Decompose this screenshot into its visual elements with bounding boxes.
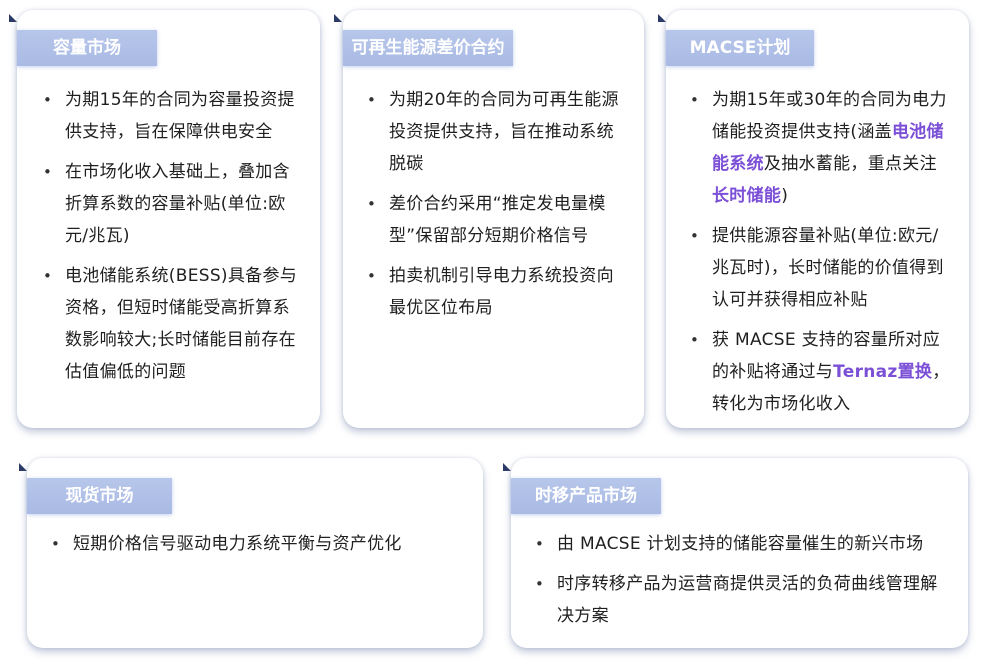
bullet-icon: •: [690, 331, 700, 349]
bullet-list: • 为期15年或30年的合同为电力储能投资提供支持(涵盖电池储能系统及抽水蓄能，重…: [686, 84, 950, 428]
card-renewable-cfd: 可再生能源差价合约 • 为期20年的合同为可再生能源投资提供支持，旨在推动系统脱碳…: [343, 10, 644, 428]
bullet-icon: •: [51, 535, 61, 553]
bullet-icon: •: [367, 267, 377, 285]
bullet-list: • 为期20年的合同为可再生能源投资提供支持，旨在推动系统脱碳 • 差价合约采用“推…: [363, 84, 625, 332]
card-title: 现货市场: [27, 478, 172, 514]
bullet-icon: •: [690, 91, 700, 109]
corner-marker: [503, 463, 511, 471]
card-spot-market: 现货市场 • 短期价格信号驱动电力系统平衡与资产优化: [27, 458, 483, 648]
bullet-icon: •: [43, 163, 53, 181]
bullet-list: • 由 MACSE 计划支持的储能容量催生的新兴市场 • 时序转移产品为运营商提供灵…: [531, 528, 951, 640]
bullet-icon: •: [690, 227, 700, 245]
list-item: • 在市场化收入基础上，叠加含折算系数的容量补贴(单位:欧元/兆瓦): [39, 156, 303, 252]
list-item: • 短期价格信号驱动电力系统平衡与资产优化: [47, 528, 467, 560]
corner-marker: [334, 14, 342, 22]
list-item: • 电池储能系统(BESS)具备参与资格，但短时储能受高折算系数影响较大;长时储能…: [39, 260, 303, 388]
bullet-icon: •: [43, 91, 53, 109]
list-item: • 为期15年的合同为容量投资提供支持，旨在保障供电安全: [39, 84, 303, 148]
bullet-list: • 为期15年的合同为容量投资提供支持，旨在保障供电安全 • 在市场化收入基础上，叠…: [39, 84, 303, 396]
bullet-icon: •: [43, 267, 53, 285]
list-item: • 时序转移产品为运营商提供灵活的负荷曲线管理解决方案: [531, 568, 951, 632]
corner-marker: [9, 14, 17, 22]
list-item: • 为期15年或30年的合同为电力储能投资提供支持(涵盖电池储能系统及抽水蓄能，重…: [686, 84, 950, 212]
card-title: MACSE计划: [666, 30, 814, 66]
card-title: 时移产品市场: [511, 478, 661, 514]
list-item: • 获 MACSE 支持的容量所对应的补贴将通过与Ternaz置换，转化为市场化收…: [686, 324, 950, 420]
list-item: • 提供能源容量补贴(单位:欧元/兆瓦时)，长时储能的价值得到认可并获得相应补贴: [686, 220, 950, 316]
list-item: • 拍卖机制引导电力系统投资向最优区位布局: [363, 260, 625, 324]
list-item: • 为期20年的合同为可再生能源投资提供支持，旨在推动系统脱碳: [363, 84, 625, 180]
list-item: • 由 MACSE 计划支持的储能容量催生的新兴市场: [531, 528, 951, 560]
bullet-icon: •: [367, 195, 377, 213]
card-title: 可再生能源差价合约: [343, 30, 513, 66]
corner-marker: [658, 14, 666, 22]
highlight-text: 长时储能: [712, 186, 782, 206]
corner-marker: [19, 463, 27, 471]
bullet-icon: •: [535, 535, 545, 553]
highlight-text: Ternaz置换: [833, 362, 933, 382]
card-macse-plan: MACSE计划 • 为期15年或30年的合同为电力储能投资提供支持(涵盖电池储能系…: [666, 10, 969, 428]
bullet-list: • 短期价格信号驱动电力系统平衡与资产优化: [47, 528, 467, 568]
list-item: • 差价合约采用“推定发电量模型”保留部分短期价格信号: [363, 188, 625, 252]
bullet-icon: •: [535, 575, 545, 593]
bullet-icon: •: [367, 91, 377, 109]
card-title: 容量市场: [17, 30, 157, 66]
card-capacity-market: 容量市场 • 为期15年的合同为容量投资提供支持，旨在保障供电安全 • 在市场化收入…: [17, 10, 320, 428]
card-time-shift-market: 时移产品市场 • 由 MACSE 计划支持的储能容量催生的新兴市场 • 时序转移产品…: [511, 458, 968, 648]
